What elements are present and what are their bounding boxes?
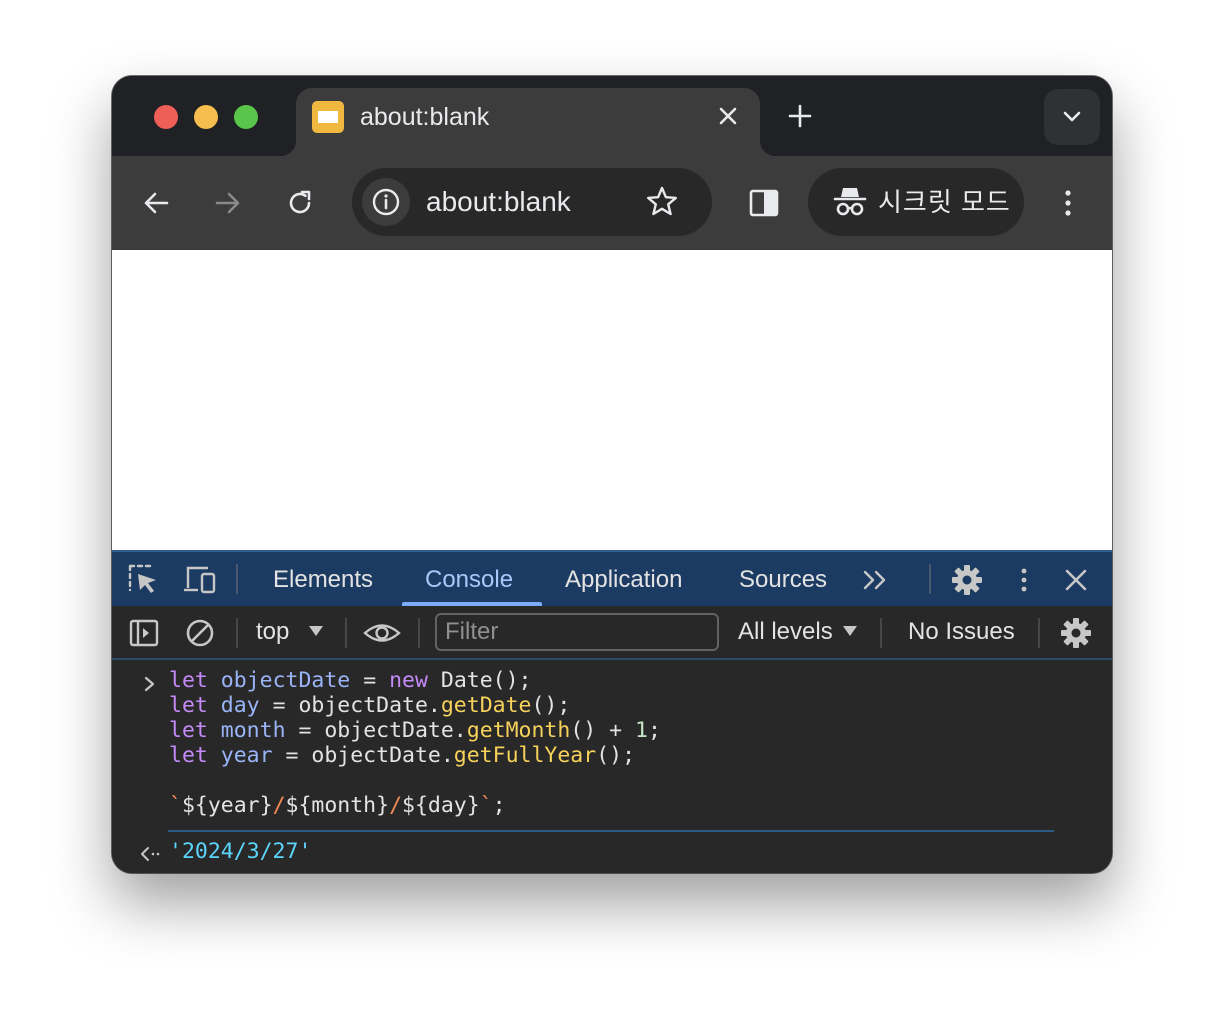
toolbar-separator xyxy=(345,618,347,648)
code-line: let month = objectDate.getMonth() + 1; xyxy=(169,718,661,743)
more-vert-icon[interactable] xyxy=(1006,562,1042,598)
url-text[interactable]: about:blank xyxy=(426,186,571,218)
address-bar[interactable]: about:blank xyxy=(352,168,712,236)
devtools-tabbar: Elements Console Application Sources xyxy=(112,550,1112,606)
tab-sources[interactable]: Sources xyxy=(739,566,827,594)
dropdown-triangle-icon[interactable] xyxy=(308,624,324,638)
reload-icon[interactable] xyxy=(280,183,320,223)
page-content[interactable] xyxy=(112,250,1112,550)
tab-elements[interactable]: Elements xyxy=(273,566,373,594)
console-toolbar: top All levels No Issues xyxy=(112,606,1112,660)
device-toolbar-icon[interactable] xyxy=(182,562,218,598)
console-result-value[interactable]: '2024/3/27' xyxy=(169,838,311,866)
filter-input[interactable] xyxy=(435,613,719,651)
incognito-icon xyxy=(830,182,870,222)
chevron-down-icon xyxy=(1063,111,1081,122)
devtools-panel: Elements Console Application Sources top… xyxy=(112,550,1112,873)
toolbar-separator xyxy=(418,618,420,648)
tab-separator xyxy=(929,564,931,594)
tab-separator xyxy=(236,564,238,594)
code-line: let year = objectDate.getFullYear(); xyxy=(169,743,636,768)
back-arrow-icon[interactable] xyxy=(136,183,176,223)
close-window-button[interactable] xyxy=(154,105,178,129)
info-icon[interactable] xyxy=(362,178,410,226)
tab-application[interactable]: Application xyxy=(565,566,682,594)
toolbar-separator xyxy=(1038,618,1040,648)
console-settings-gear-icon[interactable] xyxy=(1058,615,1094,651)
zoom-window-button[interactable] xyxy=(234,105,258,129)
sidebar-toggle-icon[interactable] xyxy=(126,615,162,651)
console-input-code[interactable]: let objectDate = new Date(); let day = o… xyxy=(169,668,661,818)
star-icon[interactable] xyxy=(644,184,680,220)
clear-console-icon[interactable] xyxy=(182,615,218,651)
browser-tab[interactable]: about:blank xyxy=(280,88,776,156)
eye-icon[interactable] xyxy=(362,615,402,651)
tab-strip: about:blank xyxy=(112,76,1112,156)
return-arrow-icon xyxy=(138,843,162,865)
console-output[interactable]: let objectDate = new Date(); let day = o… xyxy=(112,660,1112,873)
tab-search-button[interactable] xyxy=(1044,89,1100,145)
minimize-window-button[interactable] xyxy=(194,105,218,129)
tab-title: about:blank xyxy=(360,103,490,131)
tab-console[interactable]: Console xyxy=(425,566,513,594)
console-entry-divider xyxy=(168,830,1054,832)
browser-toolbar: about:blank 시크릿 모드 xyxy=(112,156,1112,250)
page-favicon-icon xyxy=(312,101,344,133)
dropdown-triangle-icon[interactable] xyxy=(842,624,858,638)
close-icon[interactable] xyxy=(1058,562,1094,598)
log-levels-dropdown[interactable]: All levels xyxy=(738,618,833,646)
prompt-chevron-icon xyxy=(140,674,160,694)
issues-counter[interactable]: No Issues xyxy=(908,618,1015,646)
more-tabs-chevron-icon[interactable] xyxy=(860,564,892,596)
toolbar-separator xyxy=(880,618,882,648)
context-selector[interactable]: top xyxy=(256,618,289,646)
code-line: let day = objectDate.getDate(); xyxy=(169,693,571,718)
tab-close-icon[interactable] xyxy=(710,98,746,134)
browser-window: about:blank about:blank 시크릿 모드 Elements … xyxy=(112,76,1112,873)
incognito-profile-button[interactable]: 시크릿 모드 xyxy=(808,168,1024,236)
gear-icon[interactable] xyxy=(949,562,985,598)
side-panel-icon[interactable] xyxy=(744,183,784,223)
new-tab-plus-icon[interactable] xyxy=(782,98,818,134)
code-line: `${year}/${month}/${day}`; xyxy=(169,793,506,818)
forward-arrow-icon[interactable] xyxy=(208,183,248,223)
inspect-element-icon[interactable] xyxy=(126,562,162,598)
more-vert-icon[interactable] xyxy=(1048,183,1088,223)
incognito-label: 시크릿 모드 xyxy=(878,187,1011,217)
toolbar-separator xyxy=(236,618,238,648)
code-line: let objectDate = new Date(); xyxy=(169,668,532,693)
